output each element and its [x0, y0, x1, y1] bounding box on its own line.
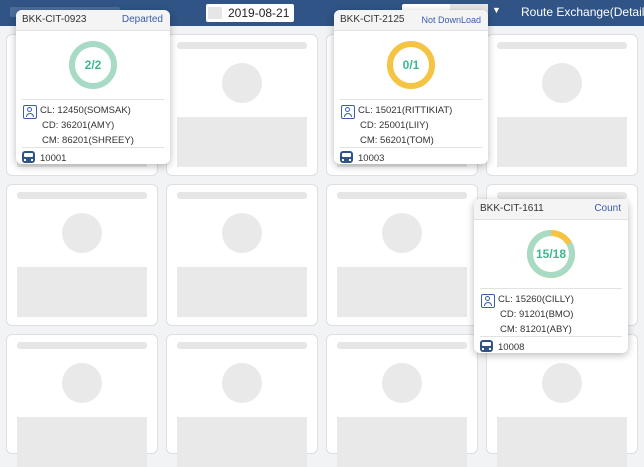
placeholder-card [166, 34, 318, 176]
card-header: BKK-CIT-0923 Departed [16, 10, 170, 31]
person-icon [481, 294, 495, 308]
placeholder-circle [382, 213, 422, 253]
placeholder-line [497, 42, 627, 49]
divider [22, 99, 164, 100]
placeholder-block [177, 117, 307, 167]
divider [480, 336, 622, 337]
route-status[interactable]: Not DownLoad [421, 15, 481, 25]
placeholder-block [497, 117, 627, 167]
route-code: BKK-CIT-1611 [480, 203, 544, 214]
divider [22, 147, 164, 148]
placeholder-line [177, 42, 307, 49]
bus-icon [480, 340, 493, 352]
placeholder-card [326, 184, 478, 326]
placeholder-card [166, 184, 318, 326]
view-dropdown-caret-icon[interactable]: ▼ [492, 5, 501, 15]
placeholder-line [177, 192, 307, 199]
crew-cm: CM: 56201(TOM) [360, 135, 434, 146]
placeholder-block [177, 417, 307, 467]
placeholder-circle [542, 63, 582, 103]
progress-ring: 2/2 [67, 39, 119, 91]
placeholder-card [326, 334, 478, 467]
placeholder-block [17, 267, 147, 317]
vehicle-number: 10001 [40, 153, 67, 164]
crew-cd: CD: 36201(AMY) [42, 120, 115, 131]
placeholder-line [17, 192, 147, 199]
route-exchange-label: Route Exchange(Detail) [521, 5, 644, 19]
route-status[interactable]: Departed [122, 14, 163, 25]
calendar-icon[interactable] [208, 7, 222, 19]
progress-label: 2/2 [84, 58, 102, 72]
placeholder-circle [62, 213, 102, 253]
divider [480, 288, 622, 289]
progress-label: 15/18 [535, 247, 567, 261]
crew-cl: CL: 12450(SOMSAK) [40, 105, 131, 116]
divider [340, 147, 482, 148]
route-code: BKK-CIT-0923 [22, 14, 87, 25]
route-card[interactable]: BKK-CIT-2125 Not DownLoad 0/1 CL: 15021(… [334, 10, 488, 164]
placeholder-card [6, 184, 158, 326]
placeholder-block [177, 267, 307, 317]
placeholder-block [337, 417, 467, 467]
placeholder-circle [382, 363, 422, 403]
placeholder-line [337, 192, 467, 199]
person-icon [341, 105, 355, 119]
placeholder-block [17, 417, 147, 467]
crew-cl: CL: 15021(RITTIKIAT) [358, 105, 453, 116]
crew-cl: CL: 15260(CILLY) [498, 294, 574, 305]
route-card[interactable]: BKK-CIT-0923 Departed 2/2 CL: 12450(SOMS… [16, 10, 170, 164]
divider [340, 99, 482, 100]
crew-cd: CD: 91201(BMO) [500, 309, 574, 320]
placeholder-line [337, 342, 467, 349]
placeholder-line [177, 342, 307, 349]
placeholder-card [486, 34, 638, 176]
bus-icon [340, 151, 353, 163]
placeholder-circle [222, 213, 262, 253]
placeholder-block [337, 267, 467, 317]
card-header: BKK-CIT-1611 Count [474, 199, 628, 220]
progress-ring: 15/18 [525, 228, 577, 280]
card-header: BKK-CIT-2125 Not DownLoad [334, 10, 488, 31]
route-status[interactable]: Count [594, 203, 621, 214]
progress-ring: 0/1 [385, 39, 437, 91]
vehicle-number: 10008 [498, 342, 525, 353]
route-code: BKK-CIT-2125 [340, 14, 405, 25]
placeholder-card [166, 334, 318, 467]
route-exchange-menu[interactable]: Route Exchange(Detail)▼ [521, 5, 644, 19]
crew-cm: CM: 86201(SHREEY) [42, 135, 134, 146]
placeholder-circle [62, 363, 102, 403]
placeholder-circle [222, 363, 262, 403]
bus-icon [22, 151, 35, 163]
placeholder-block [497, 417, 627, 467]
route-card[interactable]: BKK-CIT-1611 Count 15/18 CL: 15260(CILLY… [474, 199, 628, 353]
person-icon [23, 105, 37, 119]
placeholder-line [497, 192, 627, 199]
placeholder-line [17, 342, 147, 349]
date-value: 2019-08-21 [228, 6, 290, 20]
progress-label: 0/1 [402, 58, 420, 72]
date-picker[interactable]: 2019-08-21 [206, 4, 294, 22]
placeholder-card [6, 334, 158, 467]
crew-cm: CM: 81201(ABY) [500, 324, 572, 335]
placeholder-circle [222, 63, 262, 103]
placeholder-circle [542, 363, 582, 403]
vehicle-number: 10003 [358, 153, 385, 164]
crew-cd: CD: 25001(LIIY) [360, 120, 429, 131]
